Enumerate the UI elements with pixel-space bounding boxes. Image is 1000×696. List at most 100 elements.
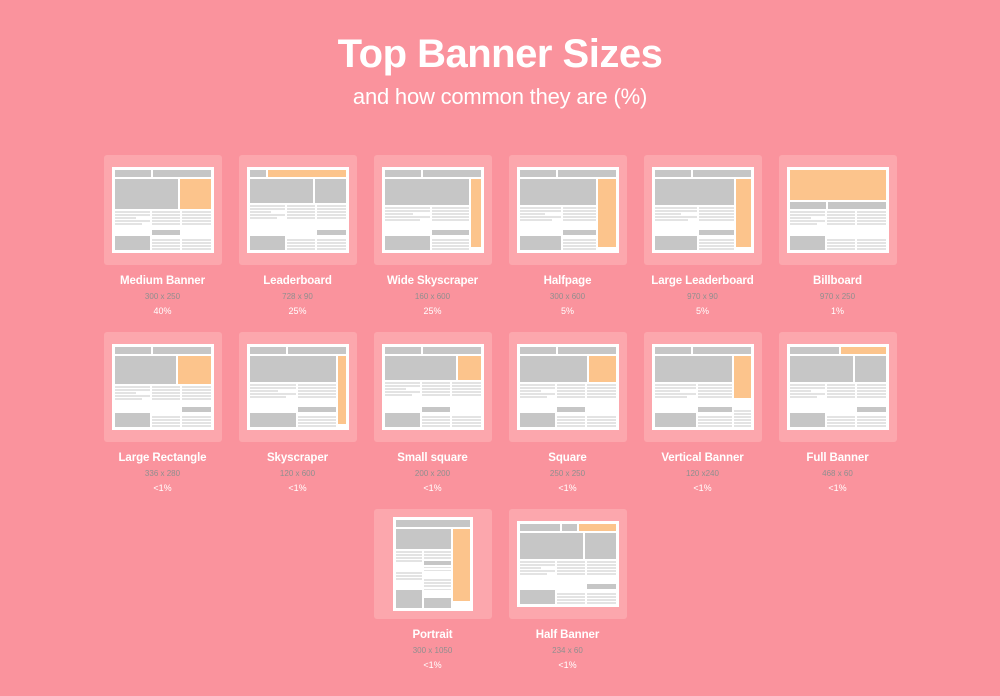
banner-dimensions: 728 x 90 <box>282 292 313 301</box>
wireframe-column <box>826 211 856 250</box>
wireframe-column <box>286 205 316 250</box>
banner-caption: Skyscraper 120 x 600 <1% <box>239 442 357 496</box>
banner-size-card[interactable]: Full Banner 468 x 60 <1% <box>778 332 897 496</box>
banner-size-card[interactable]: Medium Banner 300 x 250 40% <box>103 155 222 319</box>
wireframe-text-block <box>182 386 211 400</box>
wireframe-image-block <box>854 356 886 382</box>
wireframe-text-line <box>384 394 413 396</box>
wireframe-image-block <box>114 179 178 209</box>
wireframe-text-block <box>114 211 150 225</box>
wireframe-text-line <box>699 245 734 247</box>
banner-size-card[interactable]: Square 250 x 250 <1% <box>508 332 627 496</box>
wireframe-text-line <box>151 392 181 394</box>
wireframe-text-block <box>151 416 181 427</box>
wireframe-text-line <box>182 242 211 244</box>
wireframe-text-line <box>789 217 812 219</box>
wireframe-text-line <box>421 422 451 424</box>
banner-size-card[interactable]: Large Rectangle 336 x 280 <1% <box>103 332 222 496</box>
wireframe-column <box>249 205 285 250</box>
wireframe-text-line <box>151 223 181 225</box>
wireframe-text-line <box>587 419 616 421</box>
wireframe-image-block <box>519 533 583 559</box>
wireframe-navbar <box>384 347 481 354</box>
wireframe-text-line <box>182 419 211 421</box>
wireframe-text-line <box>182 425 211 427</box>
banner-row: Portrait 300 x 1050 <1% Half Banner 234 x 60… <box>0 509 1000 673</box>
wireframe-image-block <box>424 560 451 565</box>
nav-item <box>558 347 616 354</box>
wireframe-text-block <box>556 416 586 427</box>
wireframe-column <box>114 211 150 250</box>
wireframe-text-line <box>317 214 346 216</box>
wireframe-text-line <box>432 213 469 215</box>
wireframe-text-line <box>562 207 596 209</box>
banner-size-card[interactable]: Halfpage 300 x 600 5% <box>508 155 627 319</box>
wireframe-text-line <box>317 217 346 219</box>
wireframe-column <box>519 384 555 427</box>
wireframe-column <box>556 561 586 604</box>
wireframe-text-line <box>654 219 688 221</box>
banner-size-card[interactable]: Wide Skyscraper 160 x 600 25% <box>373 155 492 319</box>
wireframe-text-block <box>424 579 451 591</box>
banner-size-card[interactable]: Portrait 300 x 1050 <1% <box>373 509 492 673</box>
wireframe-text-line <box>556 390 586 392</box>
wireframe-text-line <box>826 396 856 398</box>
wireframe-text-line <box>519 396 548 398</box>
wireframe-text-line <box>699 210 734 212</box>
wireframe-text-line <box>587 602 616 604</box>
wireframe-column <box>519 207 561 250</box>
wireframe-text-line <box>317 239 346 241</box>
banner-size-card[interactable]: Half Banner 234 x 60 <1% <box>508 509 627 673</box>
wireframe-text-block <box>789 211 825 225</box>
wireframe-text-line <box>151 248 181 250</box>
wireframe-text-line <box>249 208 285 210</box>
ad-placement-highlight <box>735 179 751 247</box>
wireframe-text-line <box>654 384 697 386</box>
wireframe-text-line <box>562 242 596 244</box>
wireframe-text-block <box>519 384 555 398</box>
wireframe-page <box>651 344 754 430</box>
banner-caption: Wide Skyscraper 160 x 600 25% <box>374 265 492 319</box>
wireframe-text-block <box>556 384 586 398</box>
wireframe-text-line <box>384 210 431 212</box>
ad-placement-highlight <box>589 356 616 382</box>
wireframe-text-line <box>249 384 297 386</box>
wireframe-main <box>384 179 469 250</box>
wireframe-text-block <box>317 239 346 250</box>
wireframe-page <box>392 517 473 611</box>
banner-row: Large Rectangle 336 x 280 <1% Skyscraper 120… <box>0 332 1000 496</box>
wireframe-hero <box>384 356 481 380</box>
banner-percent: 25% <box>288 306 307 316</box>
wireframe-text-line <box>432 210 469 212</box>
wireframe-text-line <box>317 242 346 244</box>
banner-name: Small square <box>397 452 468 464</box>
banner-size-card[interactable]: Large Leaderboard 970 x 90 5% <box>643 155 762 319</box>
wireframe-text-line <box>298 416 336 418</box>
wireframe-column <box>182 211 211 250</box>
wireframe-text-line <box>587 396 616 398</box>
wireframe-columns <box>395 551 451 608</box>
wireframe-text-line <box>733 413 751 415</box>
wireframe-text-line <box>452 422 481 424</box>
wireframe-text-line <box>424 588 451 591</box>
wireframe-text-line <box>114 223 143 225</box>
wireframe-text-line <box>286 239 316 241</box>
banner-size-card[interactable]: Leaderboard 728 x 90 25% <box>238 155 357 319</box>
banner-size-card[interactable]: Skyscraper 120 x 600 <1% <box>238 332 357 496</box>
wireframe-text-block <box>699 239 734 250</box>
wireframe-text-block <box>384 207 431 221</box>
banner-size-card[interactable]: Billboard 970 x 250 1% <box>778 155 897 319</box>
wireframe-text-line <box>519 393 555 395</box>
banner-size-card[interactable]: Vertical Banner 120 x240 <1% <box>643 332 762 496</box>
banner-name: Billboard <box>813 275 862 287</box>
wireframe-text-line <box>249 393 297 395</box>
wireframe-page <box>786 167 889 253</box>
wireframe-text-block <box>587 593 616 604</box>
wireframe-text-line <box>857 248 886 250</box>
wireframe-text-line <box>114 392 137 394</box>
wireframe-text-block <box>519 207 561 221</box>
wireframe-text-line <box>151 220 181 222</box>
banner-size-card[interactable]: Small square 200 x 200 <1% <box>373 332 492 496</box>
wireframe-text-block <box>562 207 596 221</box>
wireframe-text-line <box>384 388 407 390</box>
